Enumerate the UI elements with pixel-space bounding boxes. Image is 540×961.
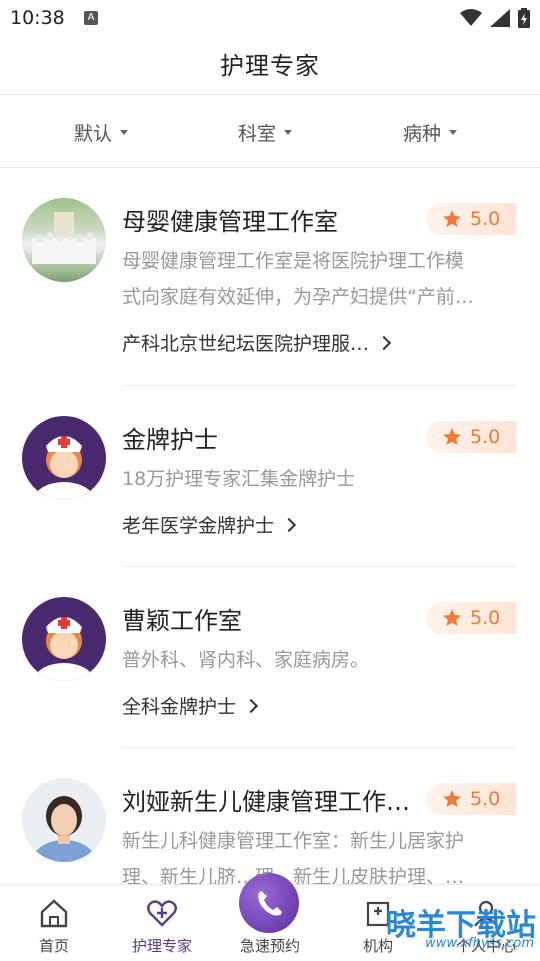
notification-icon: A (84, 11, 98, 25)
expert-card[interactable]: 金牌护士 5.0 18万护理专家汇集金牌护士 老年医学金牌护士 (0, 386, 540, 567)
expert-card[interactable]: 曹颖工作室 5.0 普外科、肾内科、家庭病房。 全科金牌护士 (0, 567, 540, 748)
expert-name: 曹颖工作室 (122, 607, 242, 635)
star-icon (443, 428, 461, 445)
tab-label: 急速预约 (239, 937, 300, 955)
description-line: 新生儿科健康管理工作室：新生儿居家护 (122, 830, 465, 852)
tag-label: 老年医学金牌护士 (122, 515, 275, 537)
tab-home[interactable]: 首页 (0, 885, 108, 961)
expert-name: 金牌护士 (122, 426, 218, 454)
header: 护理专家 (0, 36, 540, 95)
expert-tag-link[interactable]: 老年医学金牌护士 (122, 511, 297, 538)
expert-description: 18万护理专家汇集金牌护士 (122, 461, 512, 497)
status-bar: 10:38 A (0, 0, 540, 36)
signal-icon (490, 9, 510, 27)
filter-default[interactable]: 默认 (74, 119, 129, 146)
description-line: 式向家庭有效延伸，为孕产妇提供“产前… (122, 286, 474, 308)
home-icon (40, 899, 68, 928)
caret-down-icon (449, 130, 458, 135)
chevron-right-icon (376, 335, 392, 350)
tab-experts[interactable]: 护理专家 (108, 885, 216, 961)
nurse-avatar-icon (22, 597, 106, 681)
quick-booking-button[interactable] (239, 873, 299, 933)
tab-label: 护理专家 (131, 937, 192, 955)
description-line: 18万护理专家汇集金牌护士 (122, 468, 356, 490)
expert-name: 母婴健康管理工作室 (122, 208, 338, 236)
tag-label: 全科金牌护士 (122, 696, 237, 718)
rating-value: 5.0 (470, 208, 501, 230)
nurse-avatar-icon (22, 416, 106, 500)
expert-description: 新生儿科健康管理工作室：新生儿居家护 理、新生儿脐…理、新生儿皮肤护理、… (122, 823, 512, 884)
filter-label: 默认 (74, 123, 113, 145)
expert-tag-link[interactable]: 全科金牌护士 (122, 692, 259, 719)
status-time: 10:38 (10, 7, 65, 29)
expert-name: 刘娅新生儿健康管理工作… (122, 788, 410, 816)
tag-label: 产科北京世纪坛医院护理服… (122, 333, 370, 355)
group-photo-icon (22, 198, 106, 282)
chevron-right-icon (281, 517, 297, 532)
expert-card[interactable]: 刘娅新生儿健康管理工作… 5.0 新生儿科健康管理工作室：新生儿居家护 理、新生… (0, 748, 540, 884)
filter-disease[interactable]: 病种 (403, 119, 458, 146)
portrait-avatar-icon (22, 778, 106, 862)
expert-card[interactable]: 母婴健康管理工作室 5.0 母婴健康管理工作室是将医院护理工作模 式向家庭有效延… (0, 168, 540, 386)
heart-plus-icon (147, 900, 177, 927)
expert-tag-link[interactable]: 产科北京世纪坛医院护理服… (122, 329, 392, 356)
expert-list: 母婴健康管理工作室 5.0 母婴健康管理工作室是将医院护理工作模 式向家庭有效延… (0, 168, 540, 884)
filter-label: 科室 (238, 123, 277, 145)
wifi-icon (460, 9, 482, 26)
description-line: 理、新生儿脐…理、新生儿皮肤护理、… (122, 866, 465, 884)
rating-value: 5.0 (470, 607, 501, 629)
rating-badge: 5.0 (426, 421, 516, 453)
tab-quick-booking[interactable]: 急速预约 (216, 873, 324, 961)
expert-description: 母婴健康管理工作室是将医院护理工作模 式向家庭有效延伸，为孕产妇提供“产前… (122, 243, 512, 315)
filter-label: 病种 (403, 123, 442, 145)
watermark-url: www.xfhyss.com (425, 936, 534, 951)
description-line: 母婴健康管理工作室是将医院护理工作模 (122, 250, 465, 272)
star-icon (443, 210, 461, 227)
description-line: 普外科、肾内科、家庭病房。 (122, 649, 370, 671)
battery-icon (518, 8, 530, 28)
rating-badge: 5.0 (426, 783, 516, 815)
rating-badge: 5.0 (426, 203, 516, 235)
caret-down-icon (284, 130, 293, 135)
filter-department[interactable]: 科室 (238, 119, 293, 146)
rating-badge: 5.0 (426, 602, 516, 634)
status-icons (460, 8, 530, 28)
phone-icon (258, 891, 282, 916)
star-icon (443, 609, 461, 626)
rating-value: 5.0 (470, 426, 501, 448)
page-title: 护理专家 (220, 52, 320, 80)
tab-label: 首页 (38, 937, 69, 955)
filter-bar: 默认 科室 病种 (0, 95, 540, 168)
star-icon (443, 790, 461, 807)
rating-value: 5.0 (470, 788, 501, 810)
chevron-right-icon (243, 698, 259, 713)
expert-description: 普外科、肾内科、家庭病房。 (122, 642, 512, 678)
caret-down-icon (120, 130, 129, 135)
